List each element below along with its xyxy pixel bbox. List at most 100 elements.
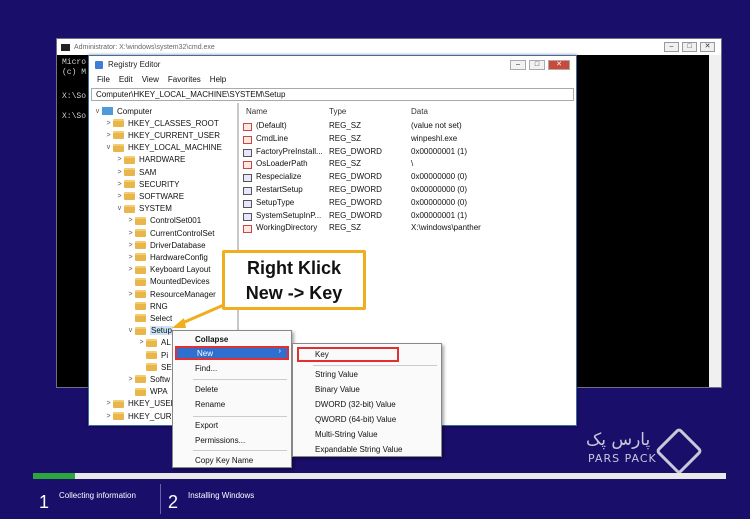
menu-item-string-value[interactable]: String Value [315,369,358,381]
menu-item-rename[interactable]: Rename [195,399,225,411]
tree-item[interactable]: v HKEY_LOCAL_MACHINE [104,142,222,154]
menu-item-new[interactable]: New › [175,346,289,360]
cmd-scrollbar[interactable] [709,55,721,387]
table-row[interactable]: FactoryPreInstall... REG_DWORD 0x00000001 … [243,147,572,159]
menu-item-multi-string-value[interactable]: Multi-String Value [315,429,378,441]
table-row[interactable]: SystemSetupInP... REG_DWORD 0x00000001 (1) [243,211,572,223]
close-button[interactable]: ✕ [548,59,570,70]
tree-item[interactable]: > HKEY_CURI [104,410,173,421]
chevron-right-icon[interactable]: > [126,254,135,261]
chevron-right-icon[interactable]: > [126,230,135,237]
chevron-right-icon[interactable]: > [137,339,146,346]
column-header-name[interactable]: Name [246,107,267,116]
chevron-right-icon[interactable]: > [104,132,113,139]
value-type: REG_DWORD [329,197,382,207]
value-data: 0x00000000 (0) [411,197,468,207]
menu-favorites[interactable]: Favorites [168,75,201,84]
chevron-right-icon[interactable]: > [104,413,113,420]
menu-help[interactable]: Help [210,75,226,84]
tree-item[interactable]: > SAM [115,166,156,178]
column-header-type[interactable]: Type [329,107,346,116]
menu-item-delete[interactable]: Delete [195,384,218,396]
tree-item[interactable]: WPA [126,386,168,398]
tree-item[interactable]: > HKEY_USER [104,398,176,410]
table-row[interactable]: WorkingDirectory REG_SZ X:\windows\panther [243,223,572,235]
folder-icon [113,143,124,152]
tree-item[interactable]: > DriverDatabase [126,239,205,251]
maximize-button[interactable]: □ [529,59,545,70]
chevron-right-icon[interactable]: > [115,169,124,176]
chevron-right-icon[interactable]: > [126,376,135,383]
minimize-button[interactable]: – [664,42,679,52]
table-row[interactable]: SetupType REG_DWORD 0x00000000 (0) [243,198,572,210]
instruction-callout: Right Klick New -> Key [222,250,366,310]
table-row[interactable]: CmdLine REG_SZ winpeshl.exe [243,134,572,146]
tree-item[interactable]: Select [126,312,172,324]
tree-item[interactable]: Pi [137,349,168,361]
tree-item[interactable]: v SYSTEM [115,203,172,215]
tree-item[interactable]: SE [137,361,172,373]
tree-item[interactable]: > SECURITY [115,178,179,190]
tree-item[interactable]: v Setup [126,325,173,337]
chevron-right-icon[interactable]: > [115,193,124,200]
menu-item-collapse[interactable]: Collapse [195,334,228,346]
value-name: SetupType [256,197,295,207]
tree-item[interactable]: v Computer [93,105,152,117]
tree-item[interactable]: > HKEY_CLASSES_ROOT [104,117,218,129]
value-name: FactoryPreInstall... [256,146,323,156]
menu-file[interactable]: File [97,75,110,84]
menu-item-expandable-string-value[interactable]: Expandable String Value [315,444,402,456]
chevron-right-icon[interactable]: > [104,120,113,127]
table-row[interactable]: Respecialize REG_DWORD 0x00000000 (0) [243,172,572,184]
tree-item[interactable]: RNG [126,300,168,312]
chevron-right-icon[interactable]: > [126,217,135,224]
chevron-right-icon[interactable]: > [126,291,135,298]
chevron-down-icon[interactable]: v [126,327,135,334]
folder-icon [135,314,146,323]
address-bar[interactable]: Computer\HKEY_LOCAL_MACHINE\SYSTEM\Setup [91,88,574,101]
menu-item-find[interactable]: Find... [195,363,217,375]
tree-item-label: HARDWARE [139,155,186,165]
chevron-right-icon[interactable]: > [115,156,124,163]
table-row[interactable]: OsLoaderPath REG_SZ \ [243,159,572,171]
value-type: REG_DWORD [329,210,382,220]
tree-item[interactable]: > ResourceManager [126,288,215,300]
menu-item-permissions[interactable]: Permissions... [195,435,245,447]
value-type: REG_SZ [329,159,362,169]
tree-item[interactable]: > AL [137,337,170,349]
chevron-down-icon[interactable]: v [93,108,102,115]
chevron-right-icon[interactable]: > [126,242,135,249]
chevron-down-icon[interactable]: v [115,205,124,212]
tree-item[interactable]: > Softw [126,373,170,385]
tree-item[interactable]: MountedDevices [126,276,210,288]
menu-item-copy-key-name[interactable]: Copy Key Name [195,455,253,467]
menu-item-dword-value[interactable]: DWORD (32-bit) Value [315,399,396,411]
string-value-icon [243,161,252,170]
chevron-right-icon[interactable]: > [115,181,124,188]
menu-view[interactable]: View [142,75,159,84]
table-row[interactable]: RestartSetup REG_DWORD 0x00000000 (0) [243,185,572,197]
chevron-right-icon[interactable]: > [126,266,135,273]
registry-titlebar[interactable]: Registry Editor – □ ✕ [89,56,576,73]
tree-item[interactable]: > HARDWARE [115,154,185,166]
tree-item[interactable]: > HardwareConfig [126,251,207,263]
close-button[interactable]: ✕ [700,42,715,52]
tree-item[interactable]: > Keyboard Layout [126,264,210,276]
menu-item-binary-value[interactable]: Binary Value [315,384,360,396]
column-header-data[interactable]: Data [411,107,428,116]
menu-edit[interactable]: Edit [119,75,133,84]
cmd-titlebar[interactable]: Administrator: X:\windows\system32\cmd.e… [57,39,721,55]
tree-item[interactable]: > CurrentControlSet [126,227,214,239]
tree-item[interactable]: > HKEY_CURRENT_USER [104,129,220,141]
menu-item-key[interactable]: Key [315,349,329,361]
table-row[interactable]: (Default) REG_SZ (value not set) [243,121,572,133]
maximize-button[interactable]: □ [682,42,697,52]
tree-item[interactable]: > ControlSet001 [126,215,201,227]
chevron-right-icon[interactable]: > [104,400,113,407]
menu-item-export[interactable]: Export [195,420,218,432]
tree-item[interactable]: > SOFTWARE [115,190,184,202]
binary-value-icon [243,212,252,221]
menu-item-qword-value[interactable]: QWORD (64-bit) Value [315,414,396,426]
minimize-button[interactable]: – [510,59,526,70]
chevron-down-icon[interactable]: v [104,144,113,151]
